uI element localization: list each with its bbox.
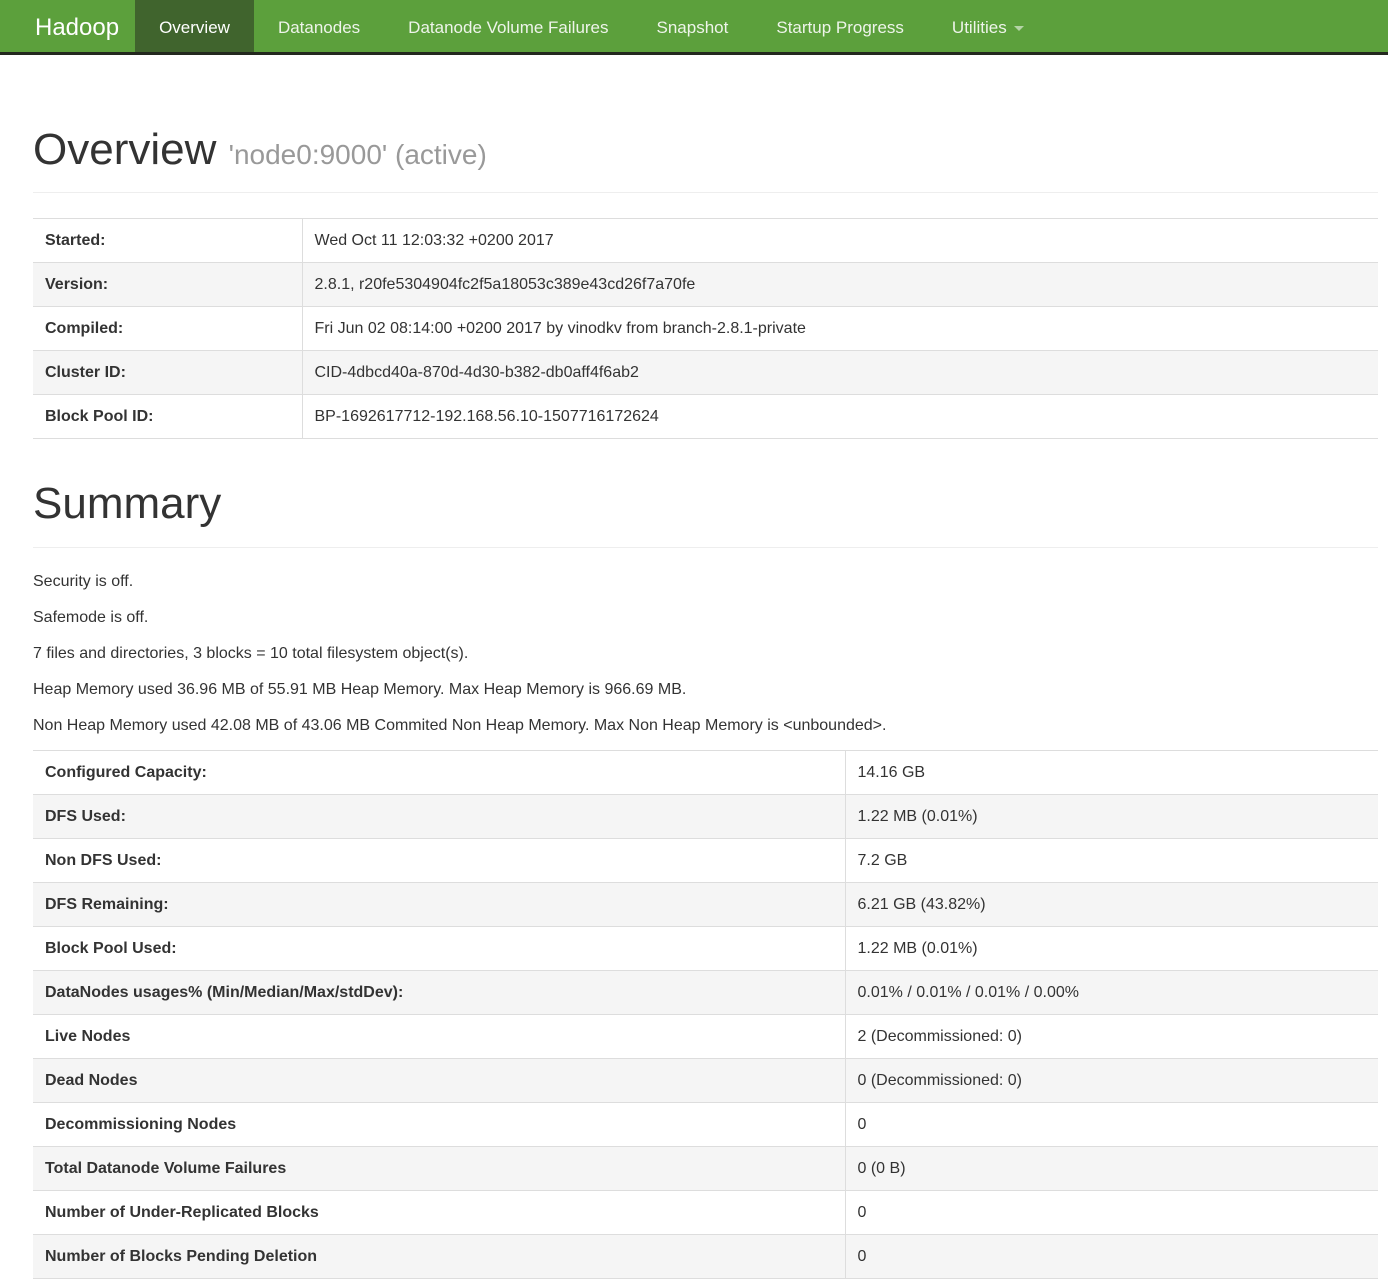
row-value: Wed Oct 11 12:03:32 +0200 2017 [302, 219, 1378, 263]
row-label: Configured Capacity: [33, 750, 845, 794]
row-value: 6.21 GB (43.82%) [845, 882, 1378, 926]
summary-line: Security is off. [33, 570, 1378, 593]
row-value: 0.01% / 0.01% / 0.01% / 0.00% [845, 970, 1378, 1014]
table-row: Version: 2.8.1, r20fe5304904fc2f5a18053c… [33, 263, 1378, 307]
row-value: 7.2 GB [845, 838, 1378, 882]
nav-item-startup-progress[interactable]: Startup Progress [752, 0, 928, 52]
table-row: Number of Under-Replicated Blocks 0 [33, 1190, 1378, 1234]
row-label[interactable]: Live Nodes [33, 1014, 845, 1058]
summary-line: 7 files and directories, 3 blocks = 10 t… [33, 642, 1378, 665]
row-label: DataNodes usages% (Min/Median/Max/stdDev… [33, 970, 845, 1014]
page-content: Overview 'node0:9000' (active) Started: … [33, 125, 1378, 1279]
row-label: Compiled: [33, 307, 302, 351]
row-label[interactable]: Dead Nodes [33, 1058, 845, 1102]
row-value: 14.16 GB [845, 750, 1378, 794]
caret-down-icon [1014, 26, 1024, 31]
summary-table: Configured Capacity: 14.16 GB DFS Used: … [33, 750, 1378, 1279]
summary-header: Summary [33, 479, 1378, 547]
row-label: DFS Used: [33, 794, 845, 838]
table-row: Compiled: Fri Jun 02 08:14:00 +0200 2017… [33, 307, 1378, 351]
table-row: Started: Wed Oct 11 12:03:32 +0200 2017 [33, 219, 1378, 263]
table-row: DataNodes usages% (Min/Median/Max/stdDev… [33, 970, 1378, 1014]
table-row: Block Pool ID: BP-1692617712-192.168.56.… [33, 395, 1378, 439]
nav-item-snapshot[interactable]: Snapshot [633, 0, 753, 52]
row-value: 1.22 MB (0.01%) [845, 926, 1378, 970]
row-label: Non DFS Used: [33, 838, 845, 882]
table-row: Dead Nodes 0 (Decommissioned: 0) [33, 1058, 1378, 1102]
table-row: Block Pool Used: 1.22 MB (0.01%) [33, 926, 1378, 970]
row-value: BP-1692617712-192.168.56.10-150771617262… [302, 395, 1378, 439]
row-label: DFS Remaining: [33, 882, 845, 926]
row-label: Version: [33, 263, 302, 307]
row-label: Block Pool Used: [33, 926, 845, 970]
table-row: Cluster ID: CID-4dbcd40a-870d-4d30-b382-… [33, 351, 1378, 395]
row-value: Fri Jun 02 08:14:00 +0200 2017 by vinodk… [302, 307, 1378, 351]
row-value: 0 [845, 1234, 1378, 1278]
table-row: DFS Used: 1.22 MB (0.01%) [33, 794, 1378, 838]
row-value: 0 [845, 1102, 1378, 1146]
overview-header: Overview 'node0:9000' (active) [33, 125, 1378, 193]
row-label: Block Pool ID: [33, 395, 302, 439]
namenode-info-table: Started: Wed Oct 11 12:03:32 +0200 2017 … [33, 218, 1378, 439]
nav-item-datanode-volume-failures[interactable]: Datanode Volume Failures [384, 0, 632, 52]
row-value: 2 (Decommissioned: 0) [845, 1014, 1378, 1058]
nav-item-utilities-label: Utilities [952, 18, 1007, 37]
summary-line: Non Heap Memory used 42.08 MB of 43.06 M… [33, 714, 1378, 737]
row-label: Started: [33, 219, 302, 263]
table-row: Live Nodes 2 (Decommissioned: 0) [33, 1014, 1378, 1058]
page-title: Overview [33, 125, 216, 174]
navbar: Hadoop Overview Datanodes Datanode Volum… [0, 0, 1388, 55]
row-label[interactable]: Total Datanode Volume Failures [33, 1146, 845, 1190]
page-subtitle: 'node0:9000' (active) [229, 139, 487, 170]
row-value: 0 [845, 1190, 1378, 1234]
summary-line: Safemode is off. [33, 606, 1378, 629]
row-value: 2.8.1, r20fe5304904fc2f5a18053c389e43cd2… [302, 263, 1378, 307]
row-value: 0 (Decommissioned: 0) [845, 1058, 1378, 1102]
table-row: Configured Capacity: 14.16 GB [33, 750, 1378, 794]
row-label[interactable]: Decommissioning Nodes [33, 1102, 845, 1146]
table-row: Non DFS Used: 7.2 GB [33, 838, 1378, 882]
row-value: 0 (0 B) [845, 1146, 1378, 1190]
brand-hadoop[interactable]: Hadoop [0, 0, 135, 52]
row-label: Cluster ID: [33, 351, 302, 395]
summary-title: Summary [33, 479, 221, 528]
nav-item-overview[interactable]: Overview [135, 0, 254, 52]
row-value: CID-4dbcd40a-870d-4d30-b382-db0aff4f6ab2 [302, 351, 1378, 395]
table-row: DFS Remaining: 6.21 GB (43.82%) [33, 882, 1378, 926]
summary-paragraphs: Security is off. Safemode is off. 7 file… [33, 570, 1378, 737]
nav-item-utilities[interactable]: Utilities [928, 0, 1048, 52]
table-row: Number of Blocks Pending Deletion 0 [33, 1234, 1378, 1278]
row-value: 1.22 MB (0.01%) [845, 794, 1378, 838]
table-row: Total Datanode Volume Failures 0 (0 B) [33, 1146, 1378, 1190]
row-label: Number of Under-Replicated Blocks [33, 1190, 845, 1234]
row-label: Number of Blocks Pending Deletion [33, 1234, 845, 1278]
summary-line: Heap Memory used 36.96 MB of 55.91 MB He… [33, 678, 1378, 701]
nav-item-datanodes[interactable]: Datanodes [254, 0, 384, 52]
navbar-menu: Overview Datanodes Datanode Volume Failu… [135, 0, 1048, 52]
table-row: Decommissioning Nodes 0 [33, 1102, 1378, 1146]
